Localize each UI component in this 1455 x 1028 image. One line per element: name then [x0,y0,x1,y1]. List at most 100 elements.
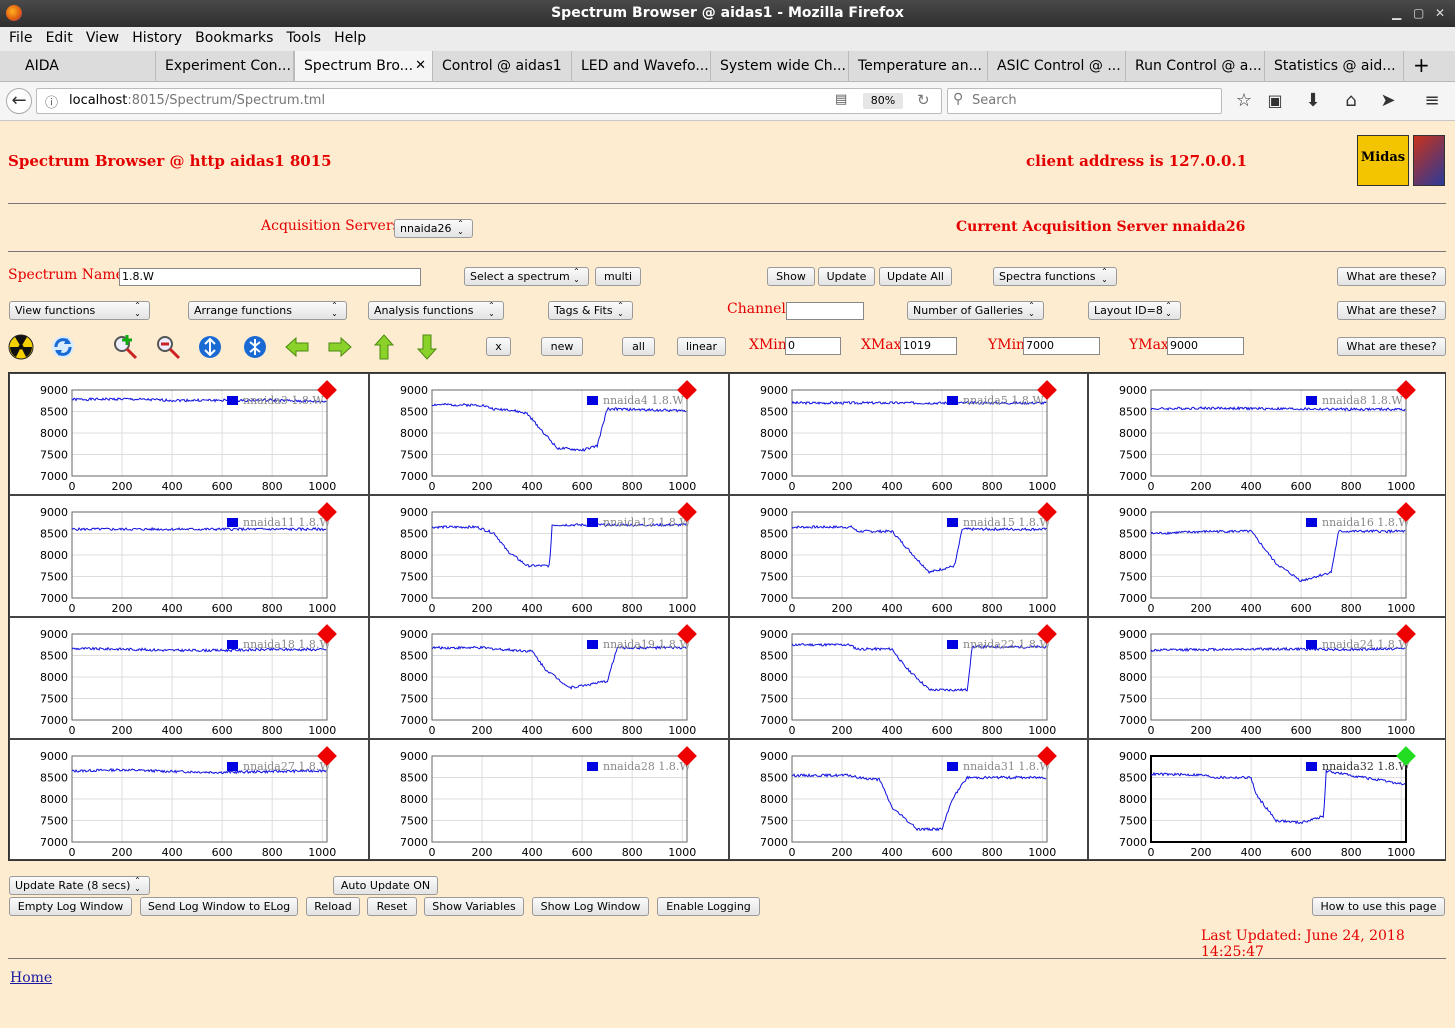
update-button[interactable]: Update [818,267,875,286]
tab-control[interactable]: Control @ aidas1 [433,51,572,81]
send-log-to-elog-button[interactable]: Send Log Window to ELog [140,897,298,916]
spectrum-chart[interactable]: 9000 8500 8000 7500 7000 0 200 400 600 800 1000 nna… [9,739,369,860]
spectrum-chart[interactable]: 9000 8500 8000 7500 7000 0 200 400 600 800 1000 nna… [9,495,369,617]
ymin-input[interactable]: 7000 [1023,337,1100,355]
auto-update-button[interactable]: Auto Update ON [333,876,438,895]
downloads-icon[interactable]: ⬇ [1300,88,1326,114]
number-of-galleries-dropdown[interactable]: Number of Galleries [907,301,1044,320]
xmin-input[interactable]: 0 [785,337,841,355]
close-icon[interactable]: ✕ [1435,6,1445,20]
ymax-input[interactable]: 9000 [1167,337,1244,355]
spectrum-chart[interactable]: 9000 8500 8000 7500 7000 0 200 400 600 800 1000 nna… [369,617,729,739]
spectrum-chart[interactable]: 9000 8500 8000 7500 7000 0 200 400 600 800 1000 nna… [1088,495,1446,617]
menu-edit[interactable]: Edit [37,27,73,49]
zoom-in-icon[interactable] [112,334,138,360]
spectrum-chart[interactable]: 9000 8500 8000 7500 7000 0 200 400 600 800 1000 nna… [1088,617,1446,739]
analysis-functions-dropdown[interactable]: Analysis functions [368,301,504,320]
reset-button[interactable]: Reset [367,897,417,916]
spectrum-chart[interactable]: 9000 8500 8000 7500 7000 0 200 400 600 800 1000 nna… [729,739,1088,860]
new-tab-icon[interactable]: + [1404,51,1438,81]
send-icon[interactable]: ➤ [1375,88,1401,114]
what-are-these-button-2[interactable]: What are these? [1337,301,1446,320]
arrow-right-icon[interactable] [327,334,353,360]
menu-bookmarks[interactable]: Bookmarks [186,27,273,49]
spectrum-chart[interactable]: 9000 8500 8000 7500 7000 0 200 400 600 800 1000 nna… [369,495,729,617]
update-all-button[interactable]: Update All [879,267,952,286]
menu-tools[interactable]: Tools [278,27,322,49]
multi-button[interactable]: multi [595,267,641,286]
back-icon[interactable]: ← [6,88,32,114]
menu-history[interactable]: History [123,27,182,49]
tab-temperature[interactable]: Temperature an... [849,51,988,81]
enable-logging-button[interactable]: Enable Logging [657,897,760,916]
zoom-out-icon[interactable] [155,334,181,360]
tab-aida[interactable]: AIDA [16,51,156,81]
what-are-these-button-1[interactable]: What are these? [1337,267,1446,286]
what-are-these-button-3[interactable]: What are these? [1337,337,1446,356]
show-button[interactable]: Show [767,267,815,286]
spectrum-chart[interactable]: 9000 8500 8000 7500 7000 0 200 400 600 800 1000 nna… [369,373,729,495]
spectrum-chart[interactable]: 9000 8500 8000 7500 7000 0 200 400 600 800 1000 nna… [9,617,369,739]
info-icon[interactable]: ⓘ [45,92,58,111]
home-icon[interactable]: ⌂ [1338,88,1364,114]
menu-view[interactable]: View [77,27,119,49]
spectrum-chart[interactable]: 9000 8500 8000 7500 7000 0 200 400 600 800 1000 nna… [9,373,369,495]
spectrum-chart[interactable]: 9000 8500 8000 7500 7000 0 200 400 600 800 1000 nna… [729,373,1088,495]
compress-vertical-icon[interactable] [242,334,268,360]
spectrum-chart[interactable]: 9000 8500 8000 7500 7000 0 200 400 600 800 1000 nna… [729,495,1088,617]
tab-spectrum-browser[interactable]: Spectrum Bro... ✕ [294,51,433,81]
how-to-use-button[interactable]: How to use this page [1312,897,1445,916]
spectra-functions-dropdown[interactable]: Spectra functions [993,267,1117,286]
spectrum-chart[interactable]: 9000 8500 8000 7500 7000 0 200 400 600 800 1000 nna… [1088,373,1446,495]
minimize-icon[interactable]: ▁ [1392,6,1401,20]
channel-input[interactable] [786,302,864,320]
home-link[interactable]: Home [10,970,52,986]
empty-log-window-button[interactable]: Empty Log Window [9,897,132,916]
zoom-level[interactable]: 80% [863,93,903,109]
menu-file[interactable]: File [0,27,32,49]
spectrum-chart[interactable]: 9000 8500 8000 7500 7000 0 200 400 600 800 1000 nna… [1088,739,1446,860]
update-rate-dropdown[interactable]: Update Rate (8 secs) [9,876,150,895]
acquisition-server-select[interactable]: nnaida26 [394,219,473,238]
view-functions-dropdown[interactable]: View functions [9,301,150,320]
bookmark-star-icon[interactable]: ☆ [1231,88,1257,114]
tab-system-wide[interactable]: System wide Ch... [711,51,849,81]
hamburger-menu-icon[interactable]: ≡ [1419,88,1445,114]
tab-asic-control[interactable]: ASIC Control @ ... [988,51,1126,81]
menu-help[interactable]: Help [325,27,366,49]
radiation-icon[interactable] [8,334,34,360]
tab-led-waveform[interactable]: LED and Wavefo... [572,51,711,81]
spectrum-chart[interactable]: 9000 8500 8000 7500 7000 0 200 400 600 800 1000 nna… [729,617,1088,739]
linear-button[interactable]: linear [677,337,726,356]
arrow-left-icon[interactable] [284,334,310,360]
legend-label: nnaida28 1.8.W [603,760,691,773]
show-variables-button[interactable]: Show Variables [424,897,524,916]
tab-statistics[interactable]: Statistics @ aid... [1265,51,1404,81]
search-box[interactable]: ⚲ Search [947,88,1222,114]
new-button[interactable]: new [541,337,583,356]
tab-close-icon[interactable]: ✕ [415,51,426,81]
refresh-icon[interactable] [50,334,76,360]
arrange-functions-dropdown[interactable]: Arrange functions [188,301,347,320]
all-button[interactable]: all [622,337,655,356]
x-button[interactable]: x [486,337,511,356]
tab-experiment-control[interactable]: Experiment Con... [156,51,294,81]
tab-run-control[interactable]: Run Control @ a... [1126,51,1265,81]
expand-vertical-icon[interactable] [197,334,223,360]
select-spectrum-dropdown[interactable]: Select a spectrum [464,267,589,286]
show-log-window-button[interactable]: Show Log Window [532,897,649,916]
reader-view-icon[interactable]: ▤ [835,92,847,107]
reading-list-icon[interactable]: ▣ [1262,88,1288,114]
spectrum-chart[interactable]: 9000 8500 8000 7500 7000 0 200 400 600 800 1000 nna… [369,739,729,860]
tags-fits-dropdown[interactable]: Tags & Fits [548,301,633,320]
xmax-input[interactable]: 1019 [900,337,957,355]
x-tick-label: 0 [1148,602,1155,615]
reload-button[interactable]: Reload [306,897,360,916]
arrow-down-icon[interactable] [414,334,440,360]
maximize-icon[interactable]: ▢ [1413,6,1424,20]
spectrum-name-input[interactable]: 1.8.W [119,268,421,286]
url-bar[interactable]: ⓘ localhost:8015/Spectrum/Spectrum.tml ▤… [36,88,942,114]
reload-icon[interactable]: ↻ [917,91,930,109]
arrow-up-icon[interactable] [371,334,397,360]
layout-id-dropdown[interactable]: Layout ID=8 [1088,301,1181,320]
